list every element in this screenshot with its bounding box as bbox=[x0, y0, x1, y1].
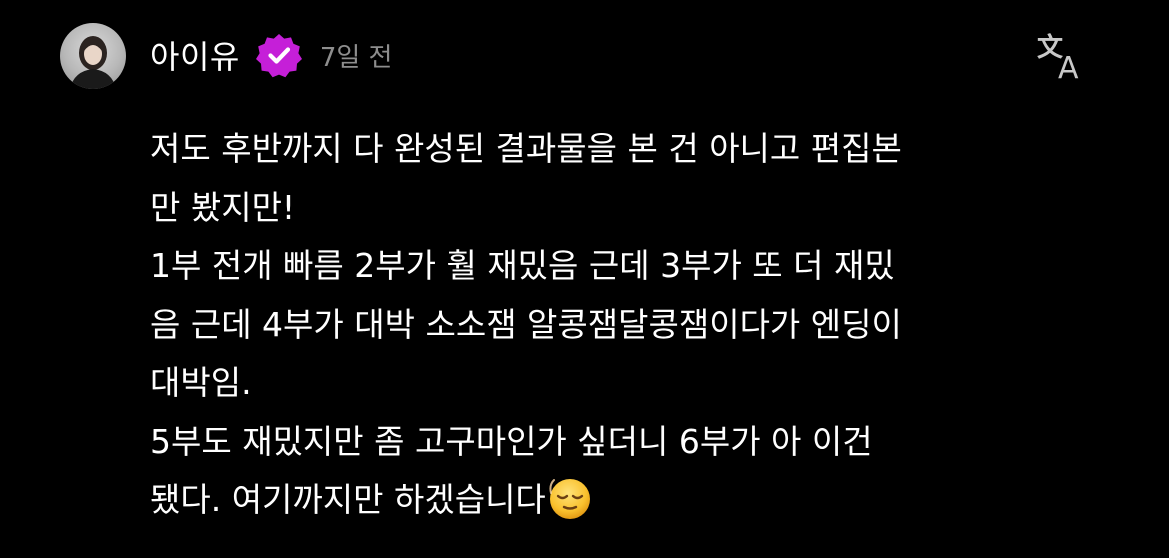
post-line: 저도 후반까지 다 완성된 결과물을 본 건 아니고 편집본 bbox=[150, 129, 902, 168]
relieved-face-emoji-icon bbox=[548, 477, 592, 540]
post-line-last: 됐다. 여기까지만 하겠습니다 bbox=[150, 471, 1130, 540]
post-line: 1부 전개 빠름 2부가 훨 재밌음 근데 3부가 또 더 재밌 bbox=[150, 246, 895, 285]
post-line-text: 됐다. 여기까지만 하겠습니다 bbox=[150, 480, 546, 519]
post-line: 만 봤지만! bbox=[150, 187, 296, 227]
post-line: 5부도 재밌지만 좀 고구마인가 싶더니 6부가 아 이건 bbox=[150, 421, 873, 461]
author-name[interactable]: 아이유 bbox=[150, 32, 240, 78]
profile-photo bbox=[70, 36, 116, 89]
svg-text:A: A bbox=[1058, 51, 1079, 82]
post-line: 대박임. bbox=[150, 363, 252, 402]
post-timestamp[interactable]: 7일 전 bbox=[320, 37, 393, 74]
avatar[interactable] bbox=[60, 23, 126, 89]
post-text: 저도 후반까지 다 완성된 결과물을 본 건 아니고 편집본 만 봤지만! 1부… bbox=[150, 120, 1130, 540]
post-line: 음 근데 4부가 대박 소소잼 알콩잼달콩잼이다가 엔딩이 bbox=[150, 304, 902, 344]
post-header: 아이유 7일 전 bbox=[150, 30, 392, 80]
verified-badge-icon bbox=[254, 30, 304, 80]
translate-icon[interactable]: 文 A bbox=[1034, 30, 1090, 86]
